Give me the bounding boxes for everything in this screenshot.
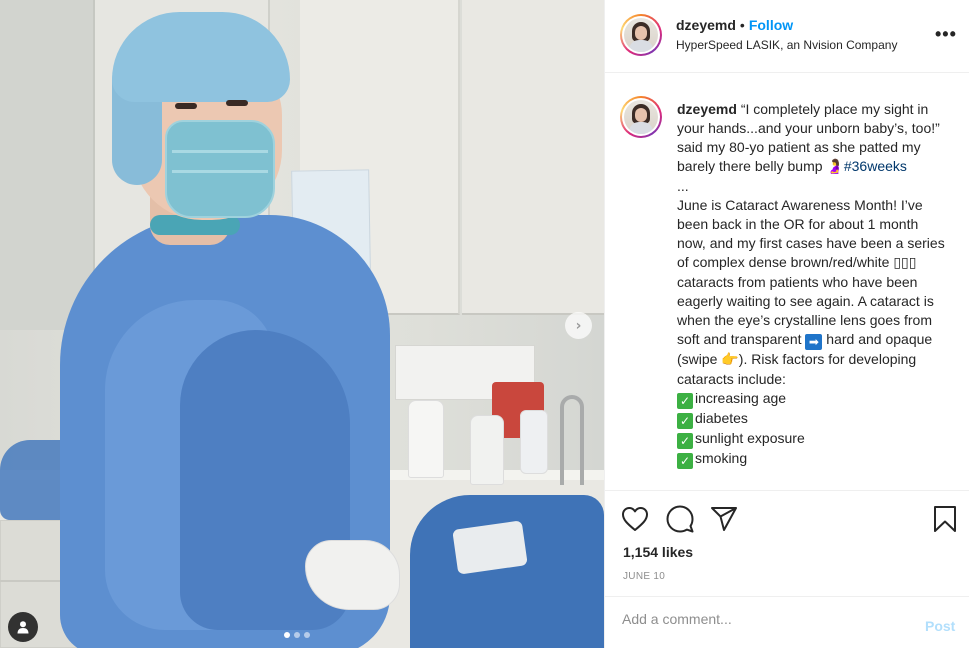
- risk-factor-item: ✓ smoking: [677, 449, 947, 469]
- add-comment-bar: Post: [605, 596, 969, 648]
- carousel-dot: [304, 632, 310, 638]
- surgical-cap: [112, 12, 290, 102]
- avatar-image: [624, 18, 658, 52]
- carousel-dot: [294, 632, 300, 638]
- color-boxes-emoji: ▯▯▯: [893, 255, 917, 271]
- eye: [226, 100, 248, 106]
- user-tag-icon: [17, 621, 29, 634]
- pointing-hand-emoji: 👉: [721, 352, 739, 368]
- comments-scroll-area[interactable]: dzeyemd “I completely place my sight in …: [605, 74, 969, 490]
- heart-icon: [622, 507, 648, 531]
- share-icon: [711, 507, 737, 531]
- faucet: [560, 395, 584, 485]
- more-options-button[interactable]: •••: [935, 24, 957, 45]
- comment-icon: [666, 505, 694, 533]
- bottle: [520, 410, 548, 474]
- check-mark-icon: ✓: [677, 433, 693, 449]
- header-user-line: dzeyemd • Follow: [676, 17, 793, 33]
- surgical-drape: [410, 495, 604, 648]
- comment-input[interactable]: [622, 611, 902, 627]
- bottle: [408, 400, 444, 478]
- user-tags-button[interactable]: [8, 612, 38, 642]
- avatar[interactable]: [620, 14, 662, 56]
- bottle: [470, 415, 504, 485]
- action-bar: 1,154 likes JUNE 10: [605, 490, 969, 596]
- post-comment-button[interactable]: Post: [925, 618, 955, 634]
- post-date[interactable]: JUNE 10: [623, 571, 665, 582]
- check-mark-icon: ✓: [677, 413, 693, 429]
- caption-avatar[interactable]: [620, 96, 662, 138]
- background-cabinet: [462, 0, 604, 315]
- check-mark-icon: ✓: [677, 453, 693, 469]
- risk-factor-item: ✓ diabetes: [677, 409, 947, 429]
- next-arrow-icon: ›: [575, 317, 582, 334]
- post-details-panel: dzeyemd • Follow HyperSpeed LASIK, an Nv…: [604, 0, 969, 648]
- mask-pleat: [172, 150, 268, 153]
- mask-pleat: [172, 170, 268, 173]
- location-link[interactable]: HyperSpeed LASIK, an Nvision Company: [676, 38, 897, 52]
- risk-factor-item: ✓ increasing age: [677, 389, 947, 409]
- save-button[interactable]: [931, 505, 959, 533]
- likes-count[interactable]: 1,154 likes: [623, 544, 693, 560]
- avatar-image: [624, 100, 658, 134]
- like-button[interactable]: [621, 505, 649, 533]
- caption-ellipsis: ...: [677, 178, 689, 194]
- caption-text: dzeyemd “I completely place my sight in …: [677, 100, 947, 469]
- bookmark-icon: [934, 506, 956, 532]
- post-header: dzeyemd • Follow HyperSpeed LASIK, an Nv…: [605, 0, 969, 73]
- carousel-dot-active: [284, 632, 290, 638]
- caption-username[interactable]: dzeyemd: [677, 101, 737, 117]
- share-button[interactable]: [710, 505, 738, 533]
- separator: •: [739, 17, 745, 33]
- eye: [175, 103, 197, 109]
- comment-button[interactable]: [666, 505, 694, 533]
- username-link[interactable]: dzeyemd: [676, 17, 736, 33]
- post-photo[interactable]: ›: [0, 0, 604, 648]
- pregnant-emoji: 🤰: [826, 159, 844, 175]
- background-cabinet: [0, 0, 95, 330]
- risk-factor-item: ✓ sunlight exposure: [677, 429, 947, 449]
- surgical-mask: [165, 120, 275, 218]
- check-mark-icon: ✓: [677, 393, 693, 409]
- next-slide-button[interactable]: ›: [565, 312, 592, 339]
- follow-button[interactable]: Follow: [749, 17, 793, 33]
- carousel-indicators: [284, 632, 310, 638]
- right-arrow-icon: ➡: [805, 334, 823, 350]
- towel: [452, 520, 528, 575]
- hashtag-link[interactable]: #36weeks: [844, 158, 907, 174]
